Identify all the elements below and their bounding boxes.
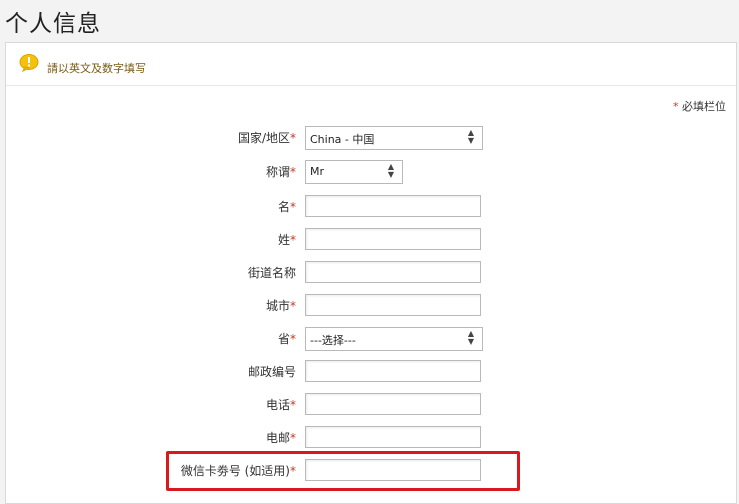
street-label: 街道名称 [247,266,296,280]
street-input[interactable] [305,261,481,283]
first-name-label: 名* [277,200,296,214]
province-row: 省* ---选择--- ▲ ▼ [6,327,736,351]
country-row: 国家/地区* China - 中国 ▲ ▼ [6,126,736,150]
postal-code-input[interactable] [305,360,481,382]
highlight-box [166,451,520,491]
select-arrows-icon: ▲ ▼ [467,329,474,346]
phone-label: 电话* [265,398,296,412]
page-title: 个人信息 [5,11,101,37]
last-name-input[interactable] [305,228,481,250]
postal-code-row: 邮政编号 [6,360,736,384]
phone-input[interactable] [305,393,481,415]
select-arrows-icon: ▲ ▼ [387,162,394,179]
email-row: 电邮* [6,426,736,450]
required-star: * [673,100,679,113]
country-select-value: China - 中国 [310,133,375,146]
street-row: 街道名称 [6,261,736,285]
province-label: 省* [277,332,296,346]
email-label: 电邮* [265,431,296,445]
salutation-row: 称谓* Mr ▲ ▼ [6,160,736,184]
phone-row: 电话* [6,393,736,417]
notice-bar: 請以英文及数字填写 [6,43,736,86]
salutation-select[interactable]: Mr ▲ ▼ [305,160,403,184]
first-name-row: 名* [6,195,736,219]
province-select[interactable]: ---选择--- ▲ ▼ [305,327,483,351]
first-name-input[interactable] [305,195,481,217]
info-bubble-icon [19,54,39,72]
required-note-text: 必填栏位 [682,100,726,113]
notice-text: 請以英文及数字填写 [47,62,146,75]
email-input[interactable] [305,426,481,448]
postal-code-label: 邮政编号 [247,365,296,379]
last-name-row: 姓* [6,228,736,252]
select-arrows-icon: ▲ ▼ [467,128,474,145]
city-row: 城市* [6,294,736,318]
country-label: 国家/地区* [237,131,296,145]
required-fields-note: * 必填栏位 [673,98,726,114]
province-select-value: ---选择--- [310,334,356,347]
last-name-label: 姓* [277,233,296,247]
city-input[interactable] [305,294,481,316]
salutation-select-value: Mr [310,165,325,178]
city-label: 城市* [265,299,296,313]
country-select[interactable]: China - 中国 ▲ ▼ [305,126,483,150]
salutation-label: 称谓* [265,165,296,179]
